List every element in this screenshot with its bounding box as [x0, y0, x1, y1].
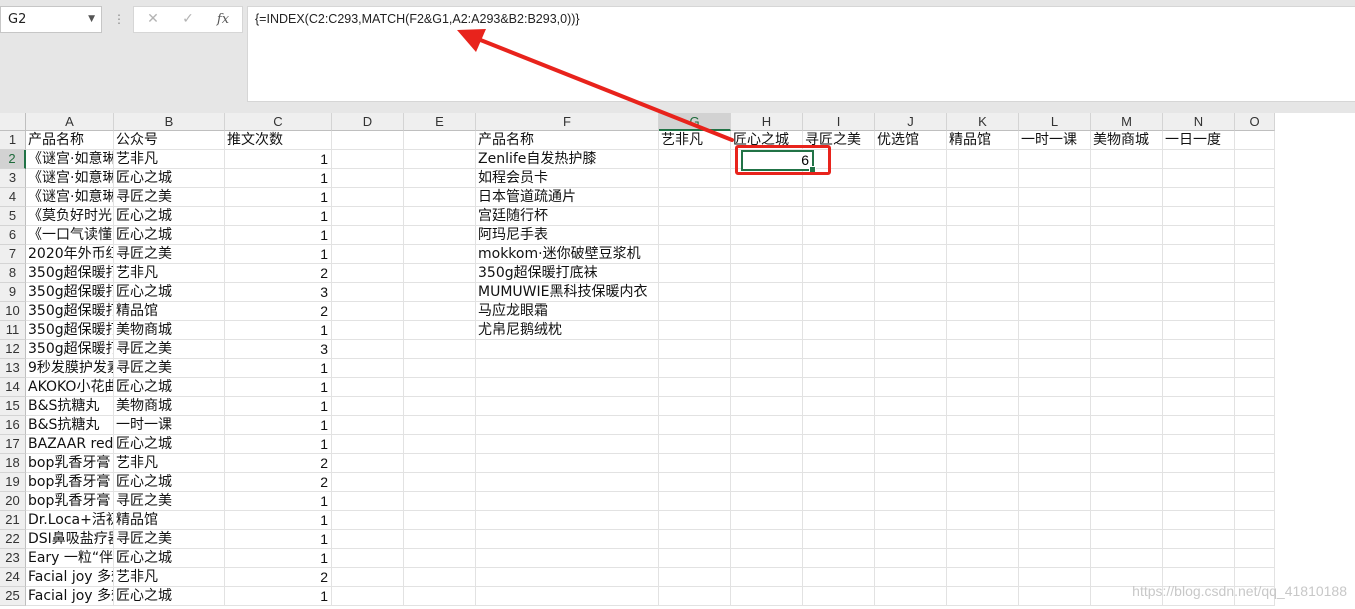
arrow-shaft — [476, 37, 734, 142]
annotation-arrow — [457, 29, 734, 142]
watermark: https://blog.csdn.net/qq_41810188 — [1132, 583, 1347, 599]
